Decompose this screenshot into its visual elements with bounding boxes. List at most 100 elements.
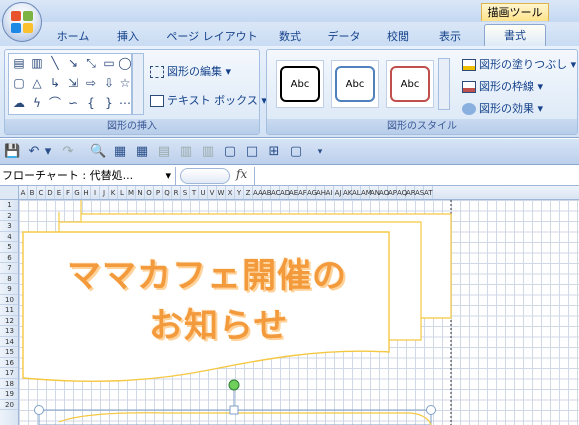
right-arrow-shape-icon[interactable]: ⇨ — [83, 76, 99, 90]
shapes-gallery[interactable]: ▤ ▥ ╲ ↘ ⤡ ▭ ◯ ▢ △ ↳ ⇲ ⇨ ⇩ ☆ ☁ ϟ ⌒ ∽ { } … — [8, 53, 132, 115]
name-box[interactable]: フローチャート : 代替処... ▾ — [0, 167, 176, 185]
double-arrow-shape-icon[interactable]: ⤡ — [83, 56, 99, 70]
column-header-AK[interactable]: AK — [343, 186, 352, 199]
row-header-17[interactable]: 17 — [0, 368, 18, 379]
tab-formulas[interactable]: 数式 — [270, 27, 310, 46]
column-header-K[interactable]: K — [109, 186, 118, 199]
row-header-18[interactable]: 18 — [0, 379, 18, 389]
shape-style-swatch-black[interactable]: Abc — [276, 60, 324, 108]
column-header-Q[interactable]: Q — [163, 186, 172, 199]
column-header-AQ[interactable]: AQ — [397, 186, 407, 199]
column-header-P[interactable]: P — [154, 186, 163, 199]
column-header-AT[interactable]: AT — [424, 186, 433, 199]
row-header-8[interactable]: 8 — [0, 274, 18, 284]
textbox-shape-icon[interactable]: ▤ — [11, 56, 27, 70]
column-header-T[interactable]: T — [190, 186, 199, 199]
tab-view[interactable]: 表示 — [430, 27, 470, 46]
row-header-4[interactable]: 4 — [0, 232, 18, 242]
row-header-9[interactable]: 9 — [0, 284, 18, 295]
select-all-corner[interactable] — [0, 186, 19, 200]
tab-review[interactable]: 校閲 — [378, 27, 418, 46]
row-header-5[interactable]: 5 — [0, 242, 18, 253]
column-header-R[interactable]: R — [172, 186, 181, 199]
office-button[interactable] — [2, 2, 42, 42]
column-header-AP[interactable]: AP — [388, 186, 397, 199]
column-header-AN[interactable]: AN — [370, 186, 380, 199]
column-header-N[interactable]: N — [136, 186, 145, 199]
left-brace-shape-icon[interactable]: { — [83, 96, 99, 110]
border-all-icon[interactable]: ▥ — [178, 144, 194, 160]
column-header-AJ[interactable]: AJ — [334, 186, 343, 199]
right-brace-shape-icon[interactable]: } — [101, 96, 117, 110]
tab-format[interactable]: 書式 — [484, 24, 546, 47]
column-header-B[interactable]: B — [28, 186, 37, 199]
column-header-W[interactable]: W — [217, 186, 226, 199]
row-header-3[interactable]: 3 — [0, 221, 18, 232]
shape-fill-button[interactable]: 図形の塗りつぶし ▾ — [462, 56, 576, 72]
shape-outline-button[interactable]: 図形の枠線 ▾ — [462, 78, 543, 94]
column-header-AB[interactable]: AB — [262, 186, 272, 199]
tab-home[interactable]: ホーム — [50, 27, 96, 46]
row-header-1[interactable]: 1 — [0, 200, 18, 211]
elbow-arrow-shape-icon[interactable]: ⇲ — [65, 76, 81, 90]
down-arrow-shape-icon[interactable]: ⇩ — [101, 76, 117, 90]
column-header-AR[interactable]: AR — [406, 186, 416, 199]
redo-icon[interactable]: ↷ — [60, 144, 76, 160]
print-preview-icon[interactable]: 🔍 — [90, 144, 106, 160]
column-header-U[interactable]: U — [199, 186, 208, 199]
line-shape-icon[interactable]: ╲ — [47, 56, 63, 70]
shape-styles-scrollbar[interactable] — [438, 58, 450, 110]
column-header-Y[interactable]: Y — [235, 186, 244, 199]
column-header-X[interactable]: X — [226, 186, 235, 199]
more-shapes-icon[interactable]: ⋯ — [117, 96, 133, 110]
column-header-AO[interactable]: AO — [379, 186, 389, 199]
shape-style-swatch-red[interactable]: Abc — [386, 60, 434, 108]
column-header-S[interactable]: S — [181, 186, 190, 199]
border-icon[interactable]: ▤ — [156, 144, 172, 160]
column-header-Z[interactable]: Z — [244, 186, 253, 199]
arc-shape-icon[interactable]: ⌒ — [47, 96, 63, 110]
column-header-AF[interactable]: AF — [298, 186, 307, 199]
border-grid-icon[interactable]: ⊞ — [266, 144, 282, 160]
formula-bar-expander[interactable] — [180, 168, 230, 184]
column-header-AE[interactable]: AE — [289, 186, 298, 199]
text-box-button[interactable]: テキスト ボックス ▾ — [150, 92, 267, 108]
row-header-7[interactable]: 7 — [0, 263, 18, 274]
curve-shape-icon[interactable]: ∽ — [65, 96, 81, 110]
column-header-AM[interactable]: AM — [361, 186, 372, 199]
tab-page-layout[interactable]: ページ レイアウト — [160, 27, 264, 46]
tab-data[interactable]: データ — [320, 27, 368, 46]
tab-insert[interactable]: 挿入 — [108, 27, 148, 46]
rectangle-shape-icon[interactable]: ▭ — [101, 56, 117, 70]
row-header-11[interactable]: 11 — [0, 305, 18, 316]
row-header-20[interactable]: 20 — [0, 400, 18, 410]
column-header-AG[interactable]: AG — [307, 186, 317, 199]
border-outer-icon[interactable]: □ — [244, 144, 260, 160]
undo-dropdown-icon[interactable]: ▾ — [40, 144, 56, 160]
lightning-shape-icon[interactable]: ϟ — [29, 96, 45, 110]
elbow-connector-shape-icon[interactable]: ↳ — [47, 76, 63, 90]
border-inner-icon[interactable]: ▥ — [200, 144, 216, 160]
customize-qat-icon[interactable]: ▾ — [312, 144, 328, 160]
row-header-15[interactable]: 15 — [0, 347, 18, 358]
column-header-G[interactable]: G — [73, 186, 82, 199]
column-header-I[interactable]: I — [91, 186, 100, 199]
row-header-12[interactable]: 12 — [0, 316, 18, 326]
cloud-shape-icon[interactable]: ☁ — [11, 96, 27, 110]
column-header-AS[interactable]: AS — [415, 186, 424, 199]
insert-function-icon[interactable]: fx — [236, 167, 247, 181]
column-header-M[interactable]: M — [127, 186, 136, 199]
column-header-O[interactable]: O — [145, 186, 154, 199]
column-header-D[interactable]: D — [46, 186, 55, 199]
row-header-10[interactable]: 10 — [0, 295, 18, 305]
column-header-L[interactable]: L — [118, 186, 127, 199]
triangle-shape-icon[interactable]: △ — [29, 76, 45, 90]
arrow-line-shape-icon[interactable]: ↘ — [65, 56, 81, 70]
column-header-E[interactable]: E — [55, 186, 64, 199]
row-header-6[interactable]: 6 — [0, 253, 18, 263]
column-header-V[interactable]: V — [208, 186, 217, 199]
grid-icon[interactable]: ▦ — [134, 144, 150, 160]
rounded-rect-shape-icon[interactable]: ▢ — [11, 76, 27, 90]
column-header-C[interactable]: C — [37, 186, 46, 199]
column-header-J[interactable]: J — [100, 186, 109, 199]
